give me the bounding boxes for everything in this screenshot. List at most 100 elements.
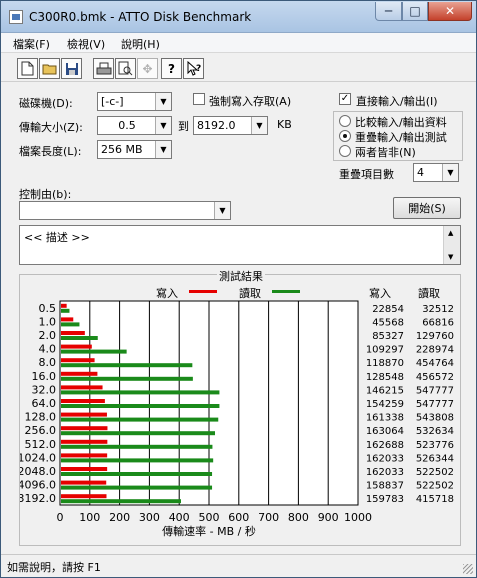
chevron-down-icon: ▼ [155,93,171,110]
y-tick-label: 2.0 [39,329,57,342]
close-button[interactable]: ✕ [428,2,472,21]
write-value: 128548 [366,372,404,383]
menu-help[interactable]: 說明(H) [121,36,160,52]
read-value: 522502 [416,481,454,492]
read-value: 456572 [416,372,454,383]
description-scrollbar[interactable]: ▲ ▼ [443,226,460,264]
x-tick-label: 100 [79,511,100,524]
write-value: 163064 [366,426,404,437]
start-button[interactable]: 開始(S) [393,197,461,219]
y-tick-label: 1.0 [39,315,57,328]
compare-io-label: 比較輸入/輸出資料 [355,116,447,129]
context-help-icon[interactable]: ? [183,58,204,79]
write-bar [61,371,98,376]
queue-depth-value: 4 [417,166,424,179]
print-preview-icon[interactable] [115,58,136,79]
y-tick-label: 8.0 [39,356,57,369]
help-icon[interactable]: ? [161,58,182,79]
new-file-icon[interactable] [17,58,38,79]
write-value: 118870 [366,358,404,369]
read-legend-swatch [272,290,300,293]
direct-io-checkbox[interactable]: ✓ [339,93,351,105]
x-tick-label: 0 [57,511,64,524]
compare-io-radio[interactable] [339,115,351,127]
read-bar [61,363,193,368]
menu-view[interactable]: 檢視(V) [67,36,105,52]
write-bar [61,412,107,417]
file-length-select[interactable]: 256 MB ▼ [97,140,172,159]
scroll-up-icon[interactable]: ▲ [448,229,453,237]
controlled-by-label: 控制由(b): [19,188,72,201]
read-bar [61,376,193,381]
app-icon[interactable] [9,10,23,24]
save-icon[interactable] [61,58,82,79]
to-label: 到 [178,120,189,133]
description-box[interactable]: << 描述 >> ▲ ▼ [19,225,461,265]
read-value: 32512 [422,304,454,315]
file-length-value: 256 MB [101,143,143,156]
write-value: 109297 [366,345,404,356]
read-bar [61,431,216,436]
write-bar [61,480,107,485]
resize-grip[interactable] [463,564,473,574]
y-tick-label: 64.0 [32,397,57,410]
status-bar: 如需說明，請按 F1 [1,554,476,577]
transfer-from-select[interactable]: 0.5 ▼ [97,116,172,135]
read-value: 66816 [422,317,454,328]
x-tick-label: 600 [228,511,249,524]
chevron-down-icon: ▼ [214,202,230,219]
neither-radio[interactable] [339,145,351,157]
chevron-down-icon: ▼ [251,117,267,134]
write-legend-swatch [189,290,217,293]
read-bar [61,444,213,449]
svg-text:?: ? [196,64,201,74]
queue-depth-select[interactable]: 4 ▼ [413,163,459,182]
maximize-button[interactable]: □ [402,2,428,21]
write-cache-checkbox[interactable] [193,93,205,105]
overlap-io-label: 重疊輸入/輸出測試 [355,131,447,144]
read-bar [61,499,181,504]
read-value: 415718 [416,494,454,505]
file-length-label: 檔案長度(L): [19,145,82,158]
queue-depth-label: 重疊項目數 [339,168,394,181]
minimize-button[interactable]: ─ [375,2,402,21]
drive-select[interactable]: [-c-] ▼ [97,92,172,111]
y-tick-label: 32.0 [32,383,57,396]
write-value: 162033 [366,467,404,478]
description-text: << 描述 >> [24,231,90,244]
write-bar [61,467,108,471]
title-bar[interactable]: C300R0.bmk - ATTO Disk Benchmark ─ □ ✕ [1,1,476,33]
write-bar [61,385,103,390]
read-value: 543808 [416,413,454,424]
move-icon[interactable]: ✥ [137,58,158,79]
y-tick-label: 256.0 [25,424,57,437]
y-tick-label: 4.0 [39,343,57,356]
y-tick-label: 16.0 [32,370,57,383]
menu-bar: 檔案(F) 檢視(V) 說明(H) [1,33,476,53]
chevron-down-icon: ▼ [442,164,458,181]
drive-label: 磁碟機(D): [19,97,73,110]
transfer-to-select[interactable]: 8192.0 ▼ [193,116,268,135]
write-value: 159783 [366,494,404,505]
read-value: 547777 [416,399,454,410]
controlled-by-select[interactable]: ▼ [19,201,231,220]
write-value: 22854 [372,304,404,315]
transfer-size-label: 傳輸大小(Z): [19,121,83,134]
read-value: 523776 [416,440,454,451]
window-title: C300R0.bmk - ATTO Disk Benchmark [29,10,252,24]
write-value: 146215 [366,385,404,396]
write-bar [61,453,108,458]
menu-file[interactable]: 檔案(F) [13,36,50,52]
print-icon[interactable] [93,58,114,79]
y-tick-label: 3192.0 [20,492,56,505]
scroll-down-icon[interactable]: ▼ [448,253,453,261]
app-window: C300R0.bmk - ATTO Disk Benchmark ─ □ ✕ 檔… [0,0,477,578]
y-tick-label: 0.5 [39,302,57,315]
read-bar [61,336,98,340]
overlap-io-radio[interactable] [339,130,351,142]
read-bar [61,349,127,354]
open-folder-icon[interactable] [39,58,60,79]
write-bar [61,317,74,322]
read-value: 522502 [416,467,454,478]
toolbar: ✥ ? ? [1,54,476,82]
